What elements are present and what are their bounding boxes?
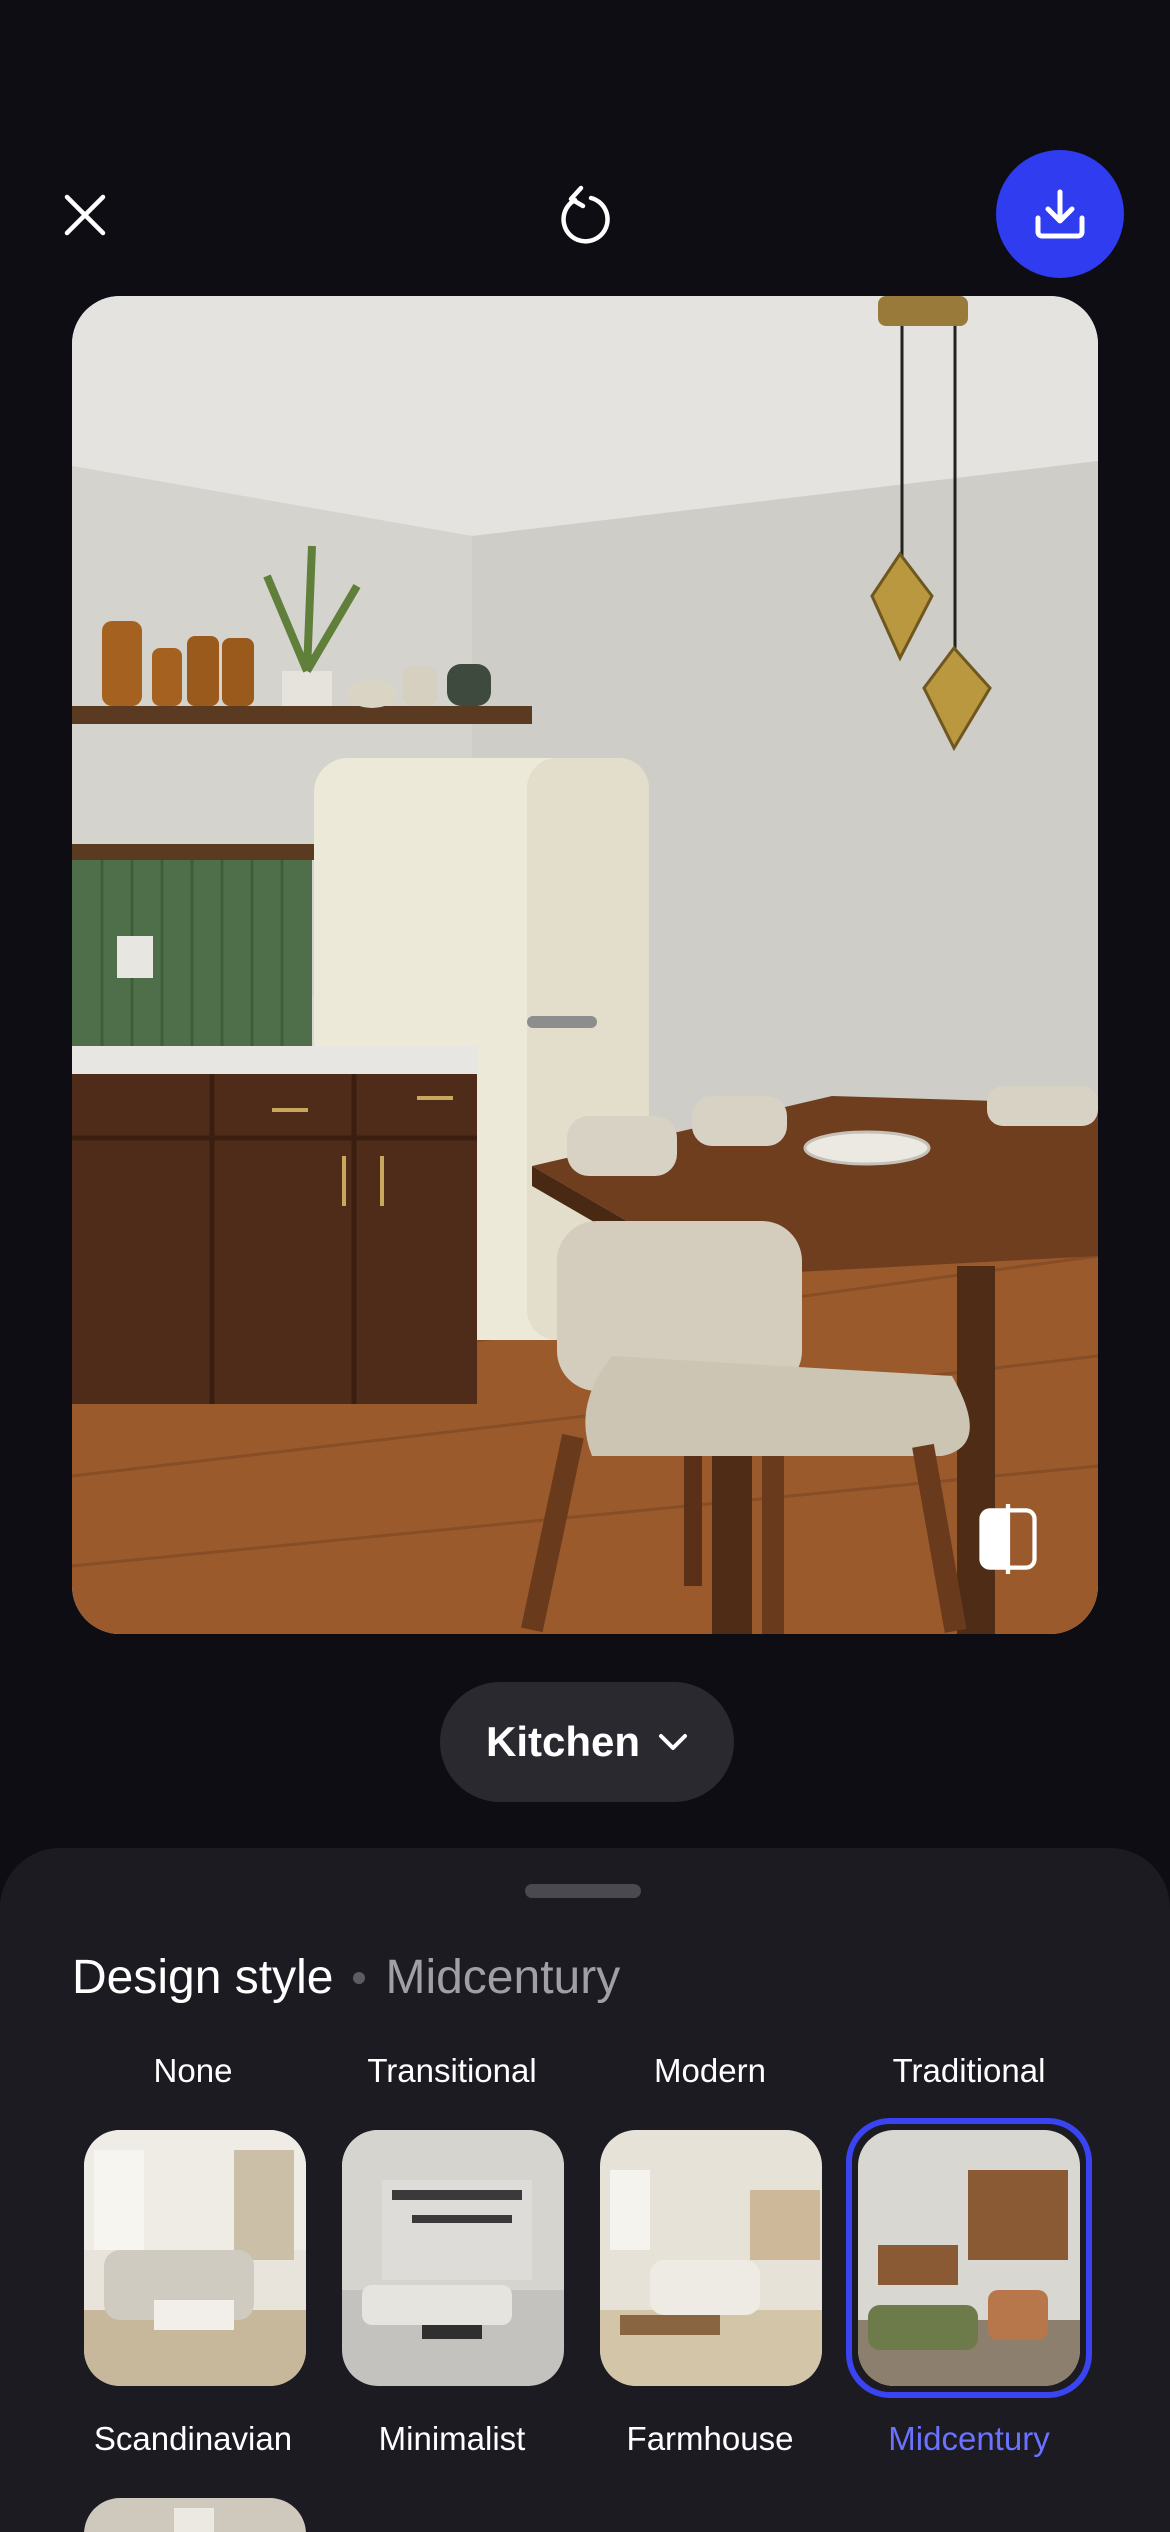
close-button[interactable] bbox=[40, 170, 130, 260]
kitchen-render bbox=[72, 296, 1098, 1634]
style-option-modern[interactable]: Modern bbox=[590, 2052, 830, 2090]
close-icon bbox=[64, 194, 106, 236]
download-button[interactable] bbox=[996, 150, 1124, 278]
style-label-farmhouse: Farmhouse bbox=[626, 2420, 794, 2457]
next-row-thumbnail bbox=[84, 2498, 306, 2532]
midcentury-thumbnail bbox=[858, 2130, 1080, 2386]
style-label-midcentury: Midcentury bbox=[888, 2420, 1050, 2457]
rotate-ccw-icon bbox=[561, 185, 610, 244]
minimalist-thumbnail bbox=[342, 2130, 564, 2386]
style-tile-farmhouse[interactable] bbox=[600, 2130, 822, 2386]
download-icon bbox=[1035, 189, 1085, 239]
compare-toggle-button[interactable] bbox=[978, 1504, 1038, 1574]
style-label-minimalist: Minimalist bbox=[378, 2420, 526, 2457]
sheet-drag-handle[interactable] bbox=[525, 1884, 641, 1898]
sheet-title: Design style Midcentury bbox=[72, 1950, 620, 2005]
chevron-down-icon bbox=[659, 1734, 687, 1750]
style-option-traditional[interactable]: Traditional bbox=[849, 2052, 1089, 2090]
style-tile-midcentury[interactable] bbox=[858, 2130, 1080, 2386]
farmhouse-thumbnail bbox=[600, 2130, 822, 2386]
design-style-heading: Design style bbox=[72, 1951, 334, 2004]
selected-style-label: Midcentury bbox=[385, 1951, 621, 2004]
style-option-transitional[interactable]: Transitional bbox=[332, 2052, 572, 2090]
design-style-sheet: Design style Midcentury None Transitiona… bbox=[0, 1848, 1170, 2532]
room-type-label: Kitchen bbox=[485, 1718, 640, 1765]
separator-dot bbox=[353, 1971, 366, 1984]
style-tile-next-row[interactable] bbox=[84, 2498, 306, 2532]
style-tile-minimalist[interactable] bbox=[342, 2130, 564, 2386]
style-label-scandinavian: Scandinavian bbox=[93, 2420, 293, 2457]
style-tile-scandinavian[interactable] bbox=[84, 2130, 306, 2386]
scandinavian-thumbnail bbox=[84, 2130, 306, 2386]
compare-split-icon bbox=[979, 1504, 1037, 1574]
reset-button[interactable] bbox=[538, 170, 632, 260]
room-preview-image[interactable] bbox=[72, 296, 1098, 1634]
room-type-dropdown[interactable]: Kitchen bbox=[440, 1682, 734, 1802]
style-option-none[interactable]: None bbox=[73, 2052, 313, 2090]
